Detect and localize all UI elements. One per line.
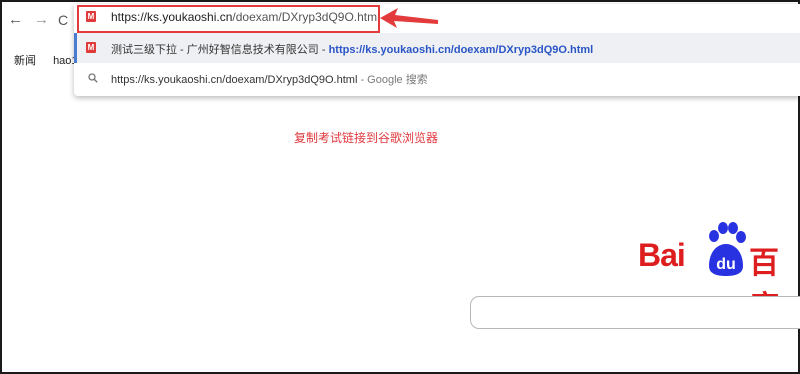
baidu-search-input[interactable] xyxy=(470,296,800,329)
suggestion-suffix: - Google 搜索 xyxy=(357,74,428,86)
suggestion-search[interactable]: https://ks.youkaoshi.cn/doexam/DXryp3dQ9… xyxy=(74,65,800,92)
forward-button[interactable]: → xyxy=(34,11,49,29)
back-button[interactable]: ← xyxy=(8,11,23,29)
reload-button[interactable]: C xyxy=(58,11,68,29)
suggestion-query: https://ks.youkaoshi.cn/doexam/DXryp3dQ9… xyxy=(111,74,358,86)
baidu-logo: Bai du 百度 xyxy=(638,220,800,324)
bookmark-item[interactable]: 新闻 xyxy=(14,52,36,68)
annotation-arrow-icon xyxy=(380,8,438,28)
annotation-caption: 复制考试链接到谷歌浏览器 xyxy=(294,131,439,145)
site-favicon-icon: M xyxy=(86,42,96,53)
suggestion-url: https://ks.youkaoshi.cn/doexam/DXryp3dQ9… xyxy=(328,44,594,56)
search-icon xyxy=(88,73,98,83)
annotation-highlight-box xyxy=(77,5,380,33)
baidu-paw-text: du xyxy=(716,256,736,273)
suggestion-title: 测试三级下拉 - 广州好智信息技术有限公司 - xyxy=(111,44,329,56)
baidu-logo-latin: Bai xyxy=(638,237,686,273)
suggestion-history[interactable]: M 测试三级下拉 - 广州好智信息技术有限公司 - https://ks.you… xyxy=(74,33,800,63)
baidu-paw-icon: du xyxy=(709,222,746,276)
